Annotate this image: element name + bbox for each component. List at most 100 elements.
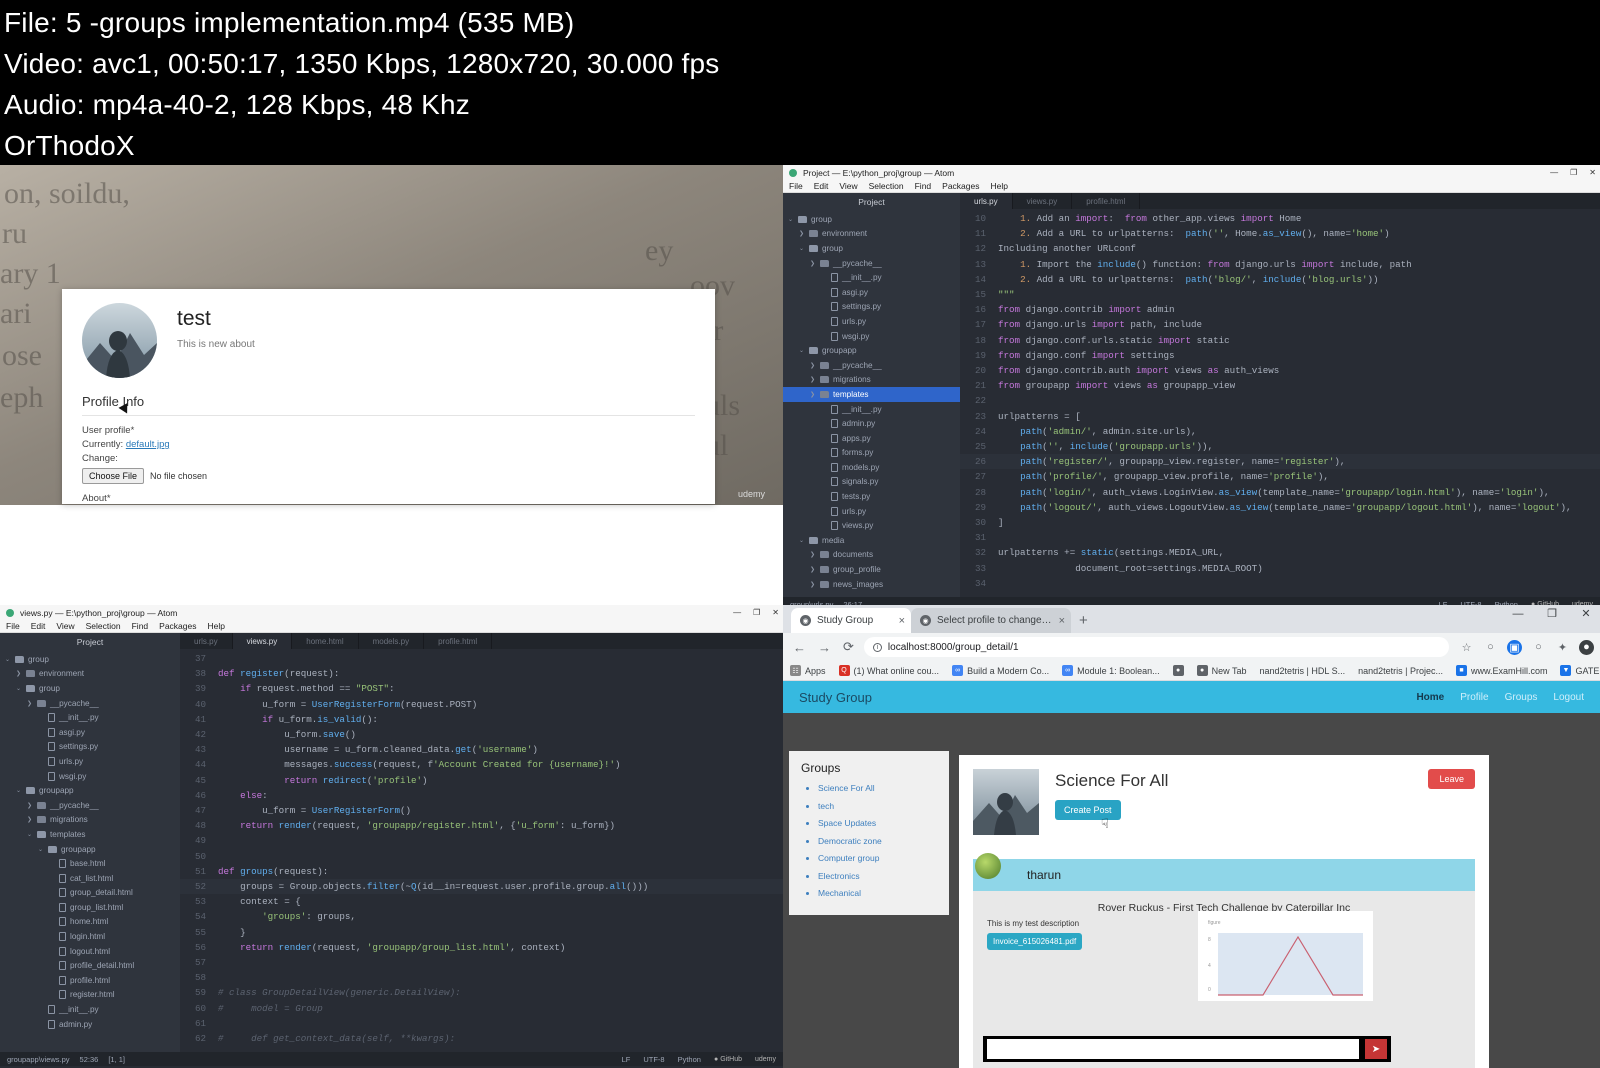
code-line[interactable]: 56 return render(request, 'groupapp/grou… bbox=[180, 940, 783, 955]
lightbulb-icon[interactable]: ○ bbox=[1531, 640, 1546, 655]
tree-folder-item[interactable]: ❯ __pycache__ bbox=[0, 696, 180, 711]
tree-file-item[interactable]: asgi.py bbox=[783, 285, 960, 300]
code-line[interactable]: 33 document_root=settings.MEDIA_ROOT) bbox=[960, 561, 1600, 576]
code-line[interactable]: 40 u_form = UserRegisterForm(request.POS… bbox=[180, 697, 783, 712]
tree-file-item[interactable]: wsgi.py bbox=[783, 329, 960, 344]
tree-file-item[interactable]: login.html bbox=[0, 929, 180, 944]
code-editor-urls[interactable]: 10 1. Add an import: from other_app.view… bbox=[960, 209, 1600, 591]
close-button[interactable]: ✕ bbox=[1576, 607, 1596, 620]
tree-file-item[interactable]: settings.py bbox=[783, 300, 960, 315]
bookmark-item[interactable]: ∞Module 1: Boolean... bbox=[1062, 665, 1160, 676]
code-line[interactable]: 62 # def get_context_data(self, **kwargs)… bbox=[180, 1031, 783, 1046]
tree-file-item[interactable]: urls.py bbox=[783, 314, 960, 329]
status-file-path[interactable]: groupapp\views.py bbox=[7, 1055, 70, 1064]
editor-tab-urls-py[interactable]: urls.py bbox=[960, 193, 1013, 209]
code-line[interactable]: 32 urlpatterns += static(settings.MEDIA_U… bbox=[960, 545, 1600, 560]
status-github[interactable]: ● GitHub bbox=[714, 1056, 742, 1063]
bookmark-star-icon[interactable]: ☆ bbox=[1459, 640, 1474, 655]
maximize-button[interactable]: ❐ bbox=[1570, 168, 1577, 177]
tree-folder-item[interactable]: ❯ migrations bbox=[0, 813, 180, 828]
code-line[interactable]: 48 return render(request, 'groupapp/regi… bbox=[180, 818, 783, 833]
code-line[interactable]: 21 from groupapp import views as groupapp… bbox=[960, 378, 1600, 393]
current-file-link[interactable]: default.jpg bbox=[126, 439, 170, 450]
status-grammar[interactable]: Python bbox=[678, 1055, 701, 1064]
tree-folder-item[interactable]: ⌄ templates bbox=[0, 827, 180, 842]
puzzle-icon[interactable]: ✦ bbox=[1555, 640, 1570, 655]
status-cursor-position[interactable]: 52:36 bbox=[80, 1055, 99, 1064]
code-editor-views[interactable]: 37 38 def register(request): 39 if request.… bbox=[180, 649, 783, 1046]
code-line[interactable]: 14 2. Add a URL to urlpatterns: path('bl… bbox=[960, 272, 1600, 287]
tree-folder-item[interactable]: ❯ templates bbox=[783, 387, 960, 402]
atom-window-urls[interactable]: Project — E:\python_proj\group — Atom — … bbox=[783, 165, 1600, 605]
new-tab-button[interactable]: + bbox=[1079, 612, 1088, 629]
group-list-item[interactable]: Democratic zone bbox=[818, 836, 937, 846]
code-line[interactable]: 47 u_form = UserRegisterForm() bbox=[180, 803, 783, 818]
code-line[interactable]: 18 from django.conf.urls.static import st… bbox=[960, 333, 1600, 348]
code-line[interactable]: 52 groups = Group.objects.filter(~Q(id__… bbox=[180, 879, 783, 895]
code-line[interactable]: 26 path('register/', groupapp_view.regis… bbox=[960, 454, 1600, 470]
project-tree-urls[interactable]: Project ⌄ group ❯ environment ⌄ group ❯ __pycac… bbox=[783, 193, 960, 597]
group-list-item[interactable]: Mechanical bbox=[818, 888, 937, 898]
browser-tab-django-admin[interactable]: ◉ Select profile to change | Djang: × bbox=[911, 608, 1071, 633]
code-line[interactable]: 50 bbox=[180, 849, 783, 864]
code-line[interactable]: 41 if u_form.is_valid(): bbox=[180, 712, 783, 727]
bookmark-item[interactable]: ∞Build a Modern Co... bbox=[952, 665, 1049, 676]
tree-file-item[interactable]: profile.html bbox=[0, 973, 180, 988]
tree-folder-item[interactable]: ❯ environment bbox=[783, 227, 960, 242]
menu-item-help[interactable]: Help bbox=[208, 621, 225, 631]
tree-folder-item[interactable]: ⌄ group bbox=[783, 241, 960, 256]
menu-item-selection[interactable]: Selection bbox=[86, 621, 121, 631]
code-line[interactable]: 39 if request.method == "POST": bbox=[180, 681, 783, 696]
maximize-button[interactable]: ❐ bbox=[753, 608, 760, 617]
tree-folder-item[interactable]: ⌄ media bbox=[783, 533, 960, 548]
menu-item-selection[interactable]: Selection bbox=[869, 181, 904, 191]
tree-file-item[interactable]: forms.py bbox=[783, 446, 960, 461]
code-line[interactable]: 38 def register(request): bbox=[180, 666, 783, 681]
bookmark-item[interactable]: nand2tetris | HDL S... bbox=[1260, 666, 1346, 676]
tree-folder-item[interactable]: ⌄ groupapp bbox=[783, 343, 960, 358]
code-line[interactable]: 20 from django.contrib.auth import views … bbox=[960, 363, 1600, 378]
code-line[interactable]: 53 context = { bbox=[180, 894, 783, 909]
tree-folder-item[interactable]: ❯ migrations bbox=[783, 373, 960, 388]
code-line[interactable]: 46 else: bbox=[180, 788, 783, 803]
code-line[interactable]: 10 1. Add an import: from other_app.view… bbox=[960, 211, 1600, 226]
code-line[interactable]: 51 def groups(request): bbox=[180, 864, 783, 879]
back-icon[interactable]: ← bbox=[793, 640, 806, 655]
editor-tab-profile-html[interactable]: profile.html bbox=[424, 633, 493, 649]
code-line[interactable]: 19 from django.conf import settings bbox=[960, 348, 1600, 363]
tree-file-item[interactable]: admin.py bbox=[0, 1017, 180, 1032]
browser-window-group-detail[interactable]: ◉ Study Group × ◉ Select profile to chan… bbox=[783, 605, 1600, 1068]
tree-file-item[interactable]: base.html bbox=[0, 856, 180, 871]
tree-file-item[interactable]: tests.py bbox=[783, 489, 960, 504]
close-icon[interactable]: × bbox=[1059, 615, 1065, 627]
menu-item-view[interactable]: View bbox=[56, 621, 74, 631]
code-line[interactable]: 28 path('login/', auth_views.LoginView.a… bbox=[960, 485, 1600, 500]
code-line[interactable]: 17 from django.urls import path, include bbox=[960, 317, 1600, 332]
choose-file-button[interactable]: Choose File bbox=[82, 468, 145, 484]
site-info-icon[interactable]: i bbox=[872, 642, 882, 652]
code-line[interactable]: 54 'groups': groups, bbox=[180, 909, 783, 924]
project-tree-views[interactable]: Project ⌄ group ❯ environment ⌄ group ❯ __pycac… bbox=[0, 633, 180, 1052]
menu-item-view[interactable]: View bbox=[839, 181, 857, 191]
bookmark-item[interactable]: ☷ Apps bbox=[790, 665, 826, 676]
code-line[interactable]: 22 bbox=[960, 393, 1600, 408]
code-line[interactable]: 37 bbox=[180, 651, 783, 666]
editor-tab-profile-html[interactable]: profile.html bbox=[1072, 193, 1141, 209]
close-button[interactable]: ✕ bbox=[1589, 168, 1596, 177]
message-text-input[interactable] bbox=[987, 1039, 1359, 1059]
editor-tab-urls-py[interactable]: urls.py bbox=[180, 633, 233, 649]
status-encoding[interactable]: UTF-8 bbox=[643, 1055, 664, 1064]
code-line[interactable]: 24 path('admin/', admin.site.urls), bbox=[960, 424, 1600, 439]
menu-item-packages[interactable]: Packages bbox=[942, 181, 979, 191]
post-attachment-link[interactable]: Invoice_615026481.pdf bbox=[987, 933, 1083, 950]
tree-file-item[interactable]: urls.py bbox=[0, 754, 180, 769]
nav-link-groups[interactable]: Groups bbox=[1505, 692, 1538, 703]
avatar[interactable]: ● bbox=[1579, 639, 1594, 655]
editor-pane-urls[interactable]: urls.py views.py profile.html 10 1. Add an… bbox=[960, 193, 1600, 597]
tree-file-item[interactable]: models.py bbox=[783, 460, 960, 475]
file-input-row[interactable]: Choose File No file chosen bbox=[82, 468, 695, 484]
atom-window-views[interactable]: views.py — E:\python_proj\group — Atom —… bbox=[0, 605, 783, 1068]
group-list-item[interactable]: Science For All bbox=[818, 783, 937, 793]
code-line[interactable]: 11 2. Add a URL to urlpatterns: path('',… bbox=[960, 226, 1600, 241]
code-line[interactable]: 44 messages.success(request, f'Account C… bbox=[180, 757, 783, 772]
